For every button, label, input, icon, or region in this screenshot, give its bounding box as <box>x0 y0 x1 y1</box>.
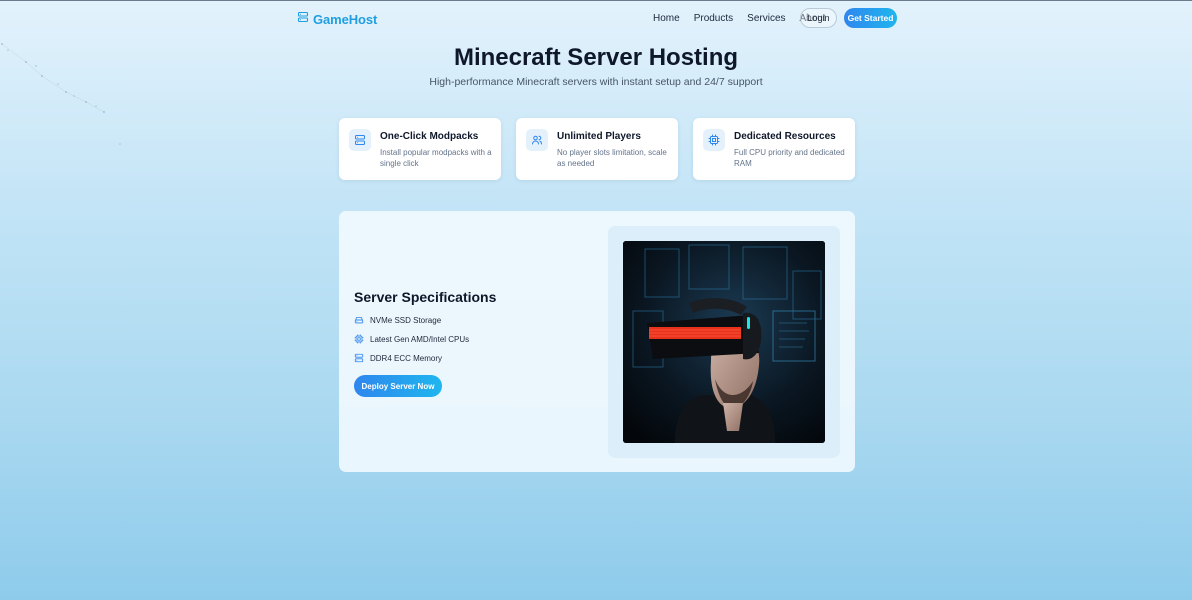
brand-name: GameHost <box>313 11 378 27</box>
specs-list: NVMe SSD Storage Latest Gen AMD/Intel CP… <box>354 311 469 368</box>
vr-headset-photo <box>623 241 825 443</box>
feature-description: Install popular modpacks with a single c… <box>380 148 492 168</box>
nav-link-home[interactable]: Home <box>653 13 680 24</box>
feature-card-resources: Dedicated Resources Full CPU priority an… <box>693 118 855 180</box>
cpu-icon <box>703 129 725 151</box>
nav-link-services[interactable]: Services <box>747 13 785 24</box>
spec-item-cpu: Latest Gen AMD/Intel CPUs <box>354 330 469 349</box>
feature-title: Unlimited Players <box>557 131 641 142</box>
top-nav: GameHost Home Products Services About Lo… <box>297 8 897 28</box>
specs-title: Server Specifications <box>354 289 497 305</box>
image-frame <box>608 226 840 458</box>
brand-logo[interactable]: GameHost <box>297 10 377 28</box>
feature-card-modpacks: One-Click Modpacks Install popular modpa… <box>339 118 501 180</box>
page-title: Minecraft Server Hosting <box>453 44 739 71</box>
page-subtitle: High-performance Minecraft servers with … <box>429 76 763 88</box>
spec-label: Latest Gen AMD/Intel CPUs <box>370 335 470 344</box>
feature-card-players: Unlimited Players No player slots limita… <box>516 118 678 180</box>
cpu-icon <box>354 333 364 346</box>
login-button[interactable]: Login <box>800 8 837 28</box>
feature-description: Full CPU priority and dedicated RAM <box>734 148 845 168</box>
spec-item-storage: NVMe SSD Storage <box>354 311 469 330</box>
nav-link-products[interactable]: Products <box>694 13 733 24</box>
server-icon <box>354 353 364 365</box>
users-icon <box>526 129 548 151</box>
get-started-button[interactable]: Get Started <box>844 8 897 28</box>
feature-title: One-Click Modpacks <box>380 131 479 142</box>
storage-icon <box>354 315 364 327</box>
spec-label: DDR4 ECC Memory <box>370 354 443 363</box>
feature-description: No player slots limitation, scale as nee… <box>557 148 667 168</box>
deploy-server-button[interactable]: Deploy Server Now <box>354 375 442 397</box>
feature-title: Dedicated Resources <box>734 131 836 142</box>
feature-cards: One-Click Modpacks Install popular modpa… <box>339 118 855 180</box>
server-icon <box>349 129 371 151</box>
server-specs-panel: Server Specifications NVMe SSD Storage L… <box>339 211 855 472</box>
spec-label: NVMe SSD Storage <box>370 316 442 325</box>
spec-item-memory: DDR4 ECC Memory <box>354 349 469 368</box>
server-icon <box>297 10 309 28</box>
